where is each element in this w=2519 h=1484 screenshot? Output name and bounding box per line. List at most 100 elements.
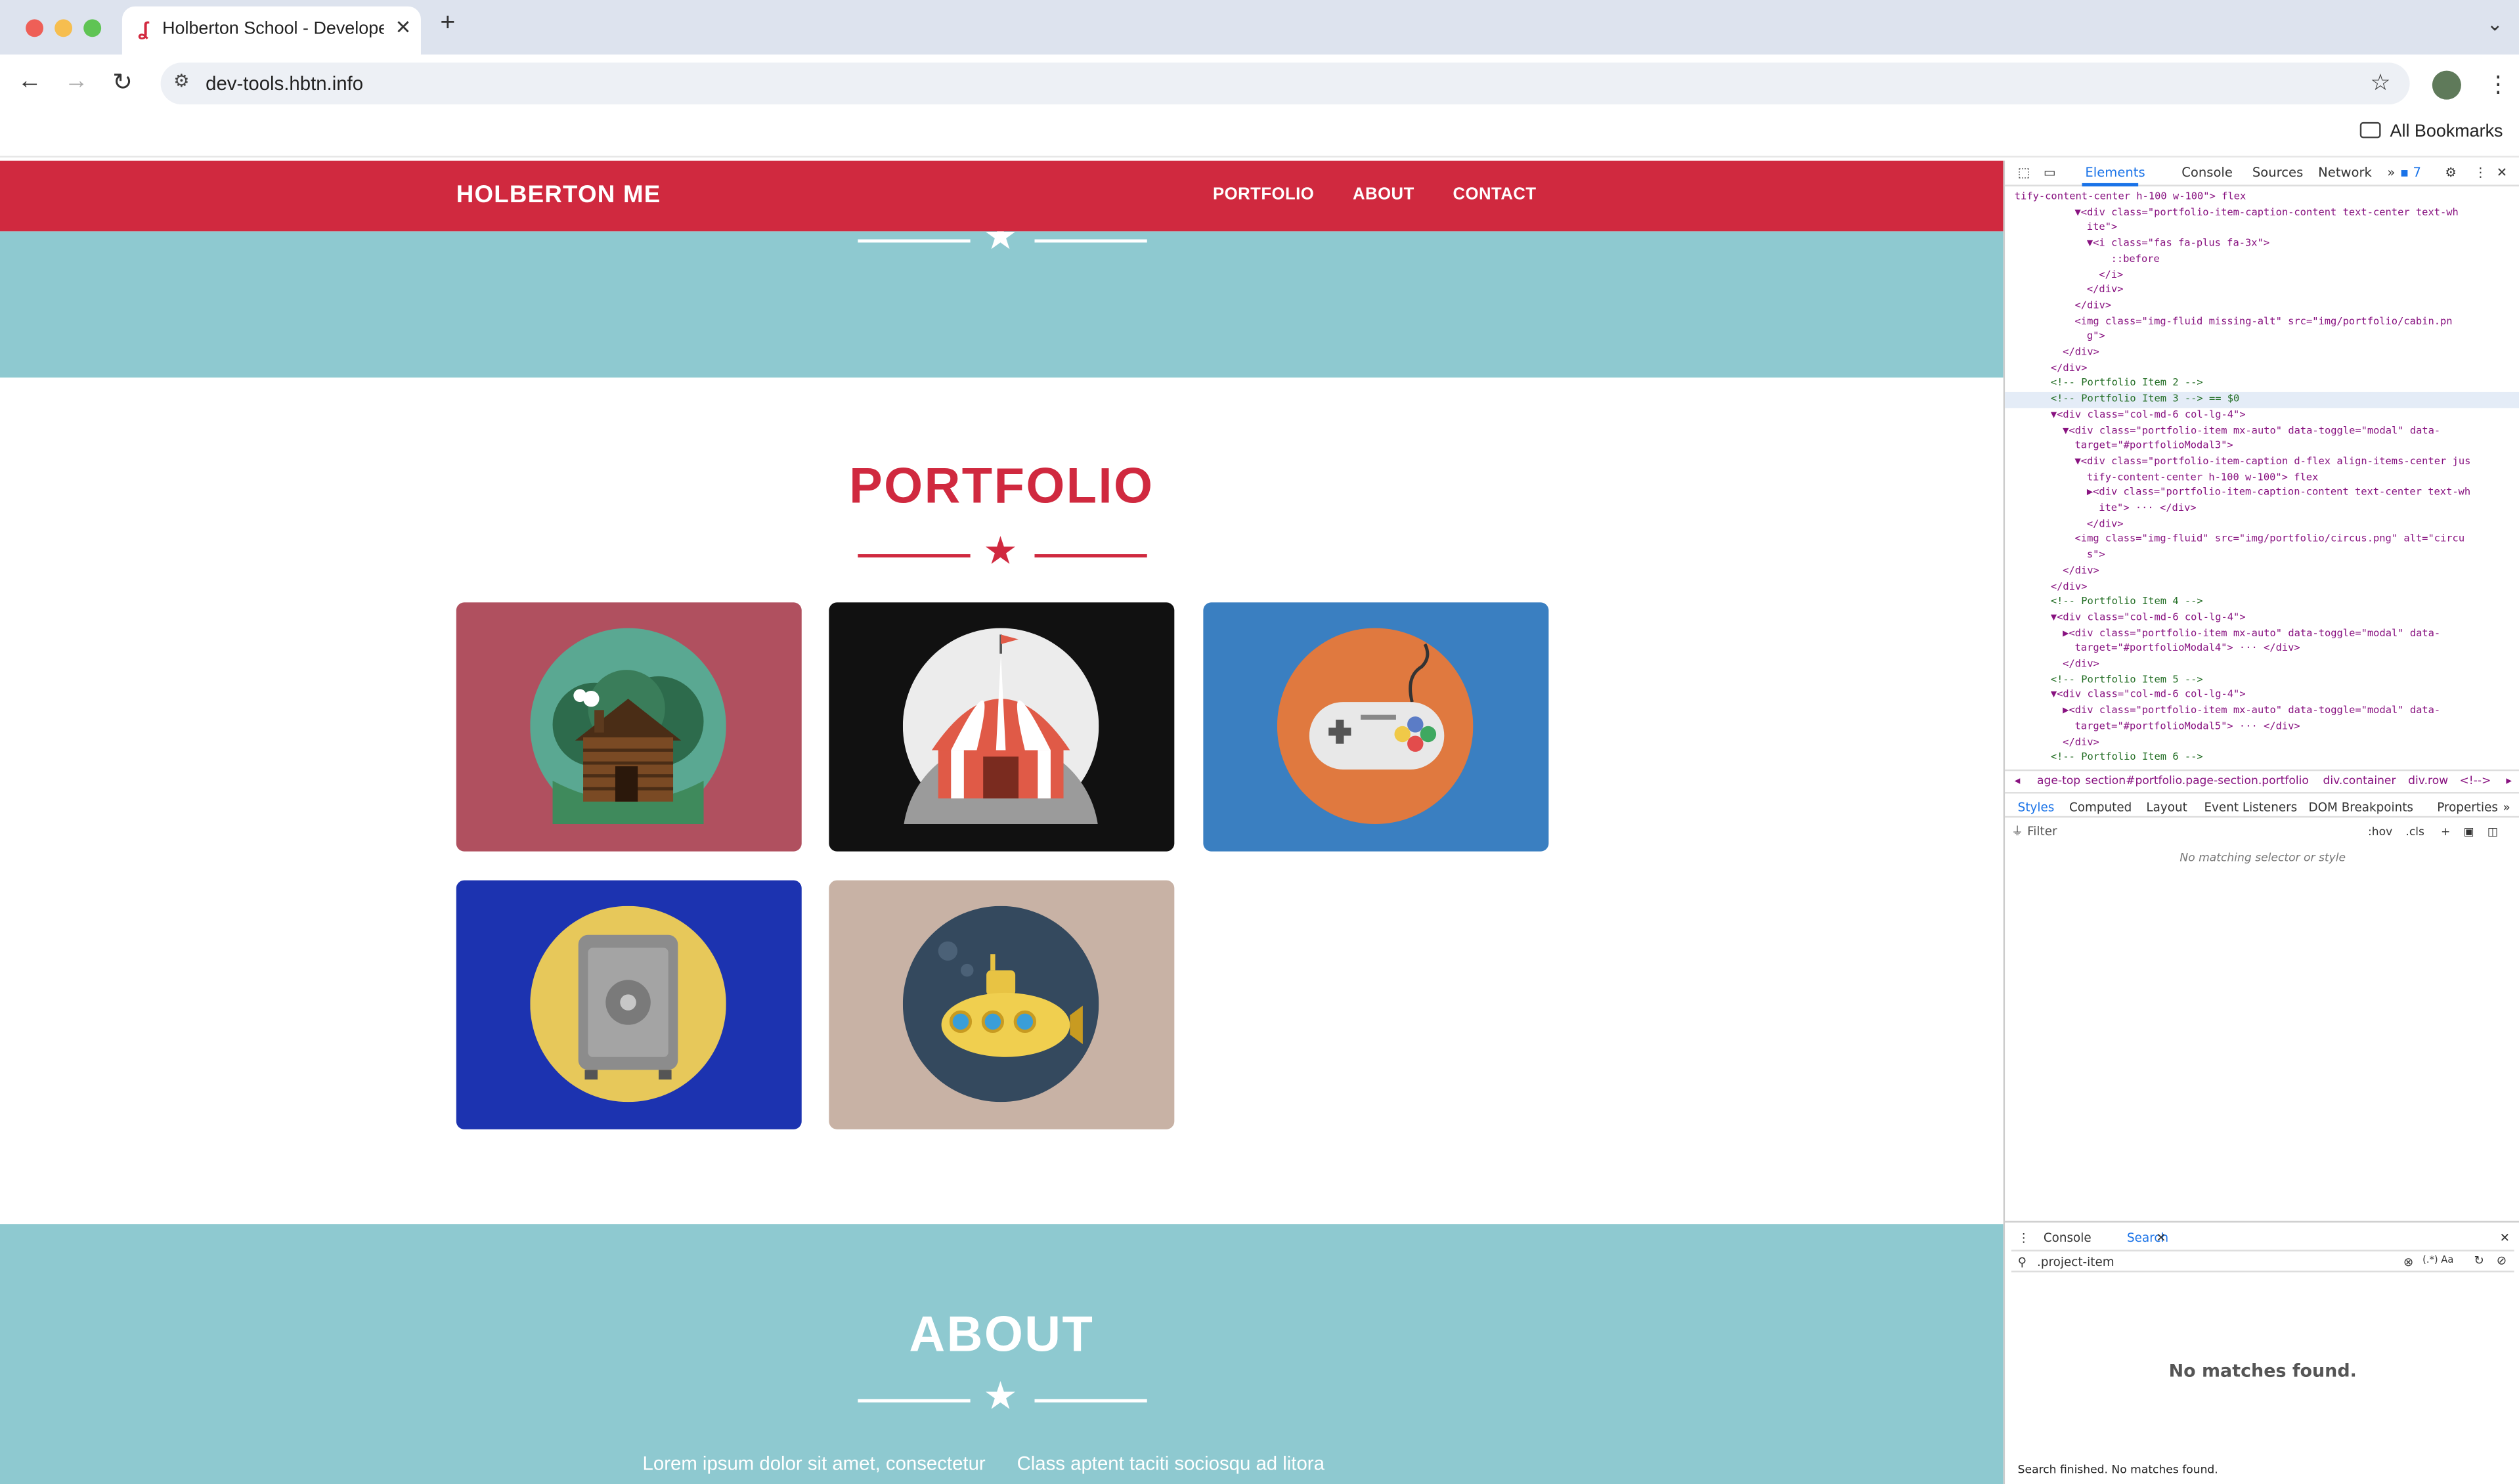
dom-node-line[interactable]: ▼<i class="fas fa-plus fa-3x">	[2087, 236, 2269, 252]
dom-node-line[interactable]: <!-- Portfolio Item 3 --> == $0	[2051, 392, 2240, 408]
dom-node-line[interactable]: tify-content-center h-100 w-100"> flex	[2087, 470, 2318, 486]
dom-node-line[interactable]: </i>	[2099, 267, 2123, 283]
dom-node-line[interactable]: </div>	[2063, 657, 2099, 673]
subtab-layout[interactable]: Layout	[2146, 800, 2187, 814]
nav-portfolio[interactable]: PORTFOLIO	[1213, 185, 1314, 204]
clear-search-icon[interactable]: ⊗	[2403, 1255, 2413, 1269]
dom-node-line[interactable]: ▼<div class="portfolio-item-caption d-fl…	[2075, 454, 2471, 470]
tab-network[interactable]: Network	[2318, 165, 2372, 180]
refresh-search-icon[interactable]: ↻	[2474, 1253, 2484, 1267]
dom-node-line[interactable]: ite">	[2087, 221, 2117, 236]
minimize-window-button[interactable]	[55, 19, 73, 37]
dom-node-line[interactable]: </div>	[2063, 345, 2099, 361]
breadcrumb-item[interactable]: <!-->	[2459, 774, 2491, 787]
dom-node-line[interactable]: </div>	[2051, 361, 2088, 377]
close-search-tab-icon[interactable]: ✕	[2156, 1231, 2166, 1245]
close-devtools-icon[interactable]: ✕	[2497, 165, 2507, 180]
more-tabs-icon[interactable]: »	[2387, 165, 2395, 180]
dom-node-line[interactable]: </div>	[2063, 735, 2099, 751]
breadcrumb-item[interactable]: div.row	[2408, 774, 2448, 787]
new-style-rule-icon[interactable]: +	[2441, 825, 2450, 839]
forward-arrow-icon[interactable]: →	[64, 68, 89, 95]
breadcrumb-item[interactable]: div.container	[2323, 774, 2396, 787]
dom-node-line[interactable]: </div>	[2063, 563, 2099, 579]
profile-avatar[interactable]	[2432, 70, 2461, 100]
tab-console[interactable]: Console	[2181, 165, 2233, 180]
settings-gear-icon[interactable]: ⚙	[2445, 165, 2457, 180]
subtab-styles[interactable]: Styles	[2018, 800, 2055, 814]
portfolio-item-safe[interactable]	[456, 880, 802, 1129]
new-tab-icon[interactable]: +	[440, 10, 455, 39]
element-state-icon[interactable]: ▣	[2464, 825, 2474, 839]
search-query[interactable]: .project-item	[2037, 1255, 2114, 1269]
dom-node-line[interactable]: <!-- Portfolio Item 2 -->	[2051, 376, 2203, 392]
inspect-element-icon[interactable]: ⬚	[2018, 165, 2030, 180]
breadcrumb-item[interactable]: ◂	[2015, 774, 2021, 787]
dom-node-line[interactable]: <img class="img-fluid missing-alt" src="…	[2075, 315, 2453, 330]
dom-node-line[interactable]: ▼<div class="col-md-6 col-lg-4">	[2051, 408, 2246, 424]
dom-node-line[interactable]: </div>	[2075, 299, 2112, 315]
dom-node-line[interactable]: ▶<div class="portfolio-item-caption-cont…	[2087, 486, 2470, 502]
tab-search-chevron-icon[interactable]: ⌄	[2487, 13, 2503, 35]
zoom-window-button[interactable]	[83, 19, 102, 37]
nav-contact[interactable]: CONTACT	[1453, 185, 1537, 204]
dom-node-line[interactable]: </div>	[2087, 283, 2124, 299]
search-options[interactable]: (.*) Aa	[2422, 1255, 2453, 1266]
site-brand[interactable]: HOLBERTON ME	[456, 181, 661, 209]
hov-toggle[interactable]: :hov	[2368, 825, 2392, 839]
sidebar-toggle-icon[interactable]: ◫	[2487, 825, 2498, 839]
search-input[interactable]: ⚲ .project-item ⊗ (.*) Aa ↻ ⊘	[2011, 1250, 2514, 1273]
address-bar[interactable]: ⚙ dev-tools.hbtn.info ☆	[160, 62, 2410, 105]
dom-node-line[interactable]: ▼<div class="col-md-6 col-lg-4">	[2051, 688, 2246, 704]
browser-menu-icon[interactable]: ⋮	[2487, 71, 2509, 98]
styles-filter-input[interactable]: ⏚ Filter	[2011, 823, 2365, 842]
dom-node-line[interactable]: <!-- Portfolio Item 6 -->	[2051, 751, 2203, 765]
dom-node-line[interactable]: ▼<div class="col-md-6 col-lg-4">	[2051, 610, 2246, 626]
url-text[interactable]: dev-tools.hbtn.info	[206, 72, 363, 95]
subtab-event-listeners[interactable]: Event Listeners	[2204, 800, 2297, 814]
breadcrumb-item[interactable]: age-top	[2037, 774, 2080, 787]
dom-node-line[interactable]: ▶<div class="portfolio-item mx-auto" dat…	[2063, 704, 2440, 720]
browser-tab[interactable]: ʆ Holberton School - Developer ✕	[121, 6, 421, 55]
close-tab-icon[interactable]: ✕	[395, 16, 412, 38]
dom-node-line[interactable]: ▶<div class="portfolio-item mx-auto" dat…	[2063, 626, 2440, 642]
dom-node-line[interactable]: target="#portfolioModal3">	[2075, 439, 2233, 454]
breadcrumb-item[interactable]: ▸	[2506, 774, 2512, 787]
dom-node-line[interactable]: <img class="img-fluid" src="img/portfoli…	[2075, 533, 2465, 548]
all-bookmarks-button[interactable]: All Bookmarks	[2359, 121, 2503, 141]
dom-node-line[interactable]: ▼<div class="portfolio-item-caption-cont…	[2075, 205, 2459, 221]
portfolio-item-circus[interactable]	[829, 602, 1175, 852]
portfolio-item-game[interactable]	[1203, 602, 1549, 852]
drawer-menu-icon[interactable]: ⋮	[2018, 1231, 2030, 1245]
dom-node-line[interactable]: ▼<div class="portfolio-item mx-auto" dat…	[2063, 424, 2440, 439]
portfolio-item-submarine[interactable]	[829, 880, 1175, 1129]
dom-node-line[interactable]: tify-content-center h-100 w-100"> flex	[2015, 190, 2246, 206]
dom-node-line[interactable]: target="#portfolioModal5"> ··· </div>	[2075, 719, 2300, 735]
subtab-dom-breakpoints[interactable]: DOM Breakpoints	[2308, 800, 2413, 814]
subtab-computed[interactable]: Computed	[2069, 800, 2132, 814]
issues-icon[interactable]: ▪	[2400, 165, 2409, 180]
bookmark-star-icon[interactable]: ☆	[2371, 69, 2391, 97]
back-arrow-icon[interactable]: ←	[18, 68, 42, 95]
nav-about[interactable]: ABOUT	[1353, 185, 1414, 204]
close-drawer-icon[interactable]: ✕	[2500, 1231, 2510, 1245]
site-info-icon[interactable]: ⚙	[173, 71, 189, 91]
elements-dom-tree[interactable]: tify-content-center h-100 w-100"> flex ▼<…	[2005, 190, 2519, 765]
dom-node-line[interactable]: g">	[2087, 330, 2105, 345]
clear-results-icon[interactable]: ⊘	[2497, 1253, 2507, 1267]
portfolio-item-cabin[interactable]	[456, 602, 802, 852]
device-toolbar-icon[interactable]: ▭	[2044, 165, 2056, 180]
devtools-menu-icon[interactable]: ⋮	[2474, 165, 2487, 180]
cls-toggle[interactable]: .cls	[2405, 825, 2424, 839]
dom-node-line[interactable]: </div>	[2087, 517, 2124, 533]
dom-node-line[interactable]: s">	[2087, 548, 2105, 563]
tab-sources[interactable]: Sources	[2252, 165, 2303, 180]
breadcrumb-item[interactable]: section#portfolio.page-section.portfolio	[2085, 774, 2308, 787]
reload-icon[interactable]: ↻	[112, 68, 133, 97]
dom-node-line[interactable]: <!-- Portfolio Item 5 -->	[2051, 672, 2203, 688]
dom-node-line[interactable]: ite"> ··· </div>	[2099, 501, 2196, 517]
close-window-button[interactable]	[26, 19, 44, 37]
tab-elements[interactable]: Elements	[2085, 165, 2145, 180]
issues-count[interactable]: 7	[2413, 165, 2420, 180]
drawer-tab-console[interactable]: Console	[2044, 1231, 2092, 1245]
